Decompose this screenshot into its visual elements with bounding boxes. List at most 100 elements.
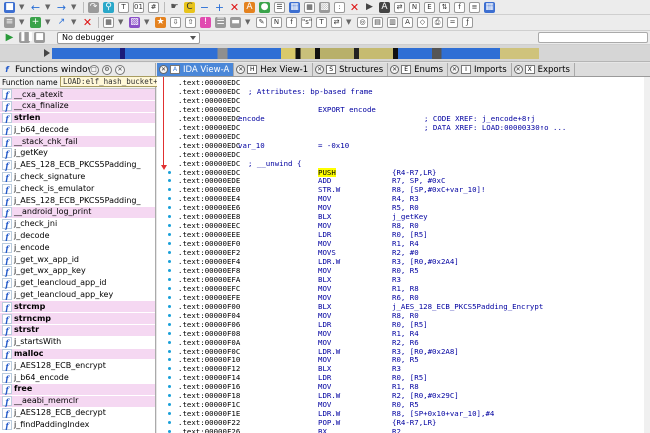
signatures-icon[interactable]: ☰ bbox=[215, 17, 226, 28]
disassembly-line[interactable]: .text:00000EFC MOV R1, R8 bbox=[178, 284, 648, 293]
breakpoint-dot-icon[interactable] bbox=[168, 412, 171, 416]
close-icon[interactable]: ✕ bbox=[115, 65, 125, 75]
disassembly-line[interactable]: .text:00000EFE MOV R6, R0 bbox=[178, 293, 648, 302]
view-icon[interactable]: ▦ bbox=[484, 1, 495, 13]
breakpoint-dot-icon[interactable] bbox=[168, 197, 171, 201]
calc-icon[interactable]: = bbox=[447, 17, 458, 28]
disassembly-line[interactable]: .text:00000EDE ADD R7, SP, #0xC bbox=[178, 176, 648, 185]
debugger-select[interactable]: No debugger bbox=[57, 31, 200, 44]
breakpoint-dot-icon[interactable] bbox=[168, 367, 171, 371]
disassembly-line[interactable]: .text:00000EDC bbox=[178, 78, 648, 87]
data-icon[interactable]: ▦ bbox=[304, 1, 315, 13]
exports-icon[interactable]: ⇧ bbox=[185, 17, 196, 28]
dropdown-arrow-icon[interactable]: ▼ bbox=[19, 17, 24, 28]
dropdown-arrow-icon[interactable]: ▼ bbox=[245, 17, 250, 28]
function-list-item[interactable]: f strlen bbox=[0, 112, 155, 125]
function-list-item[interactable]: f strcmp bbox=[0, 301, 155, 314]
jump-icon[interactable]: ↷ bbox=[88, 1, 99, 13]
breakpoint-dot-icon[interactable] bbox=[168, 358, 171, 362]
breakpoint-dot-icon[interactable] bbox=[168, 260, 171, 263]
disassembly-line[interactable]: .text:00000EDC ; Attributes: bp-based fra… bbox=[178, 87, 648, 96]
function-list-item[interactable]: f j_get_wx_app_key bbox=[0, 265, 155, 278]
disassembly-view[interactable]: .text:00000EDC .text:00000EDC; Attributes… bbox=[157, 77, 650, 433]
add-icon[interactable]: + bbox=[30, 17, 41, 28]
offset-icon[interactable]: ▩ bbox=[319, 1, 330, 13]
patch-icon[interactable]: ★ bbox=[155, 17, 166, 28]
breakpoint-dot-icon[interactable] bbox=[168, 304, 171, 308]
disassembly-line[interactable]: .text:00000EE4 MOV R4, R3 bbox=[178, 194, 648, 203]
local-types-icon[interactable]: T bbox=[316, 17, 327, 28]
breakpoint-dot-icon[interactable] bbox=[168, 376, 171, 380]
imports-icon[interactable]: ⇩ bbox=[170, 17, 181, 28]
forward-icon[interactable]: → bbox=[56, 2, 67, 13]
immediate-search-icon[interactable]: # bbox=[148, 1, 159, 13]
graph-icon[interactable]: f bbox=[454, 1, 465, 13]
rename-icon[interactable]: + bbox=[214, 2, 225, 13]
breakpoint-dot-icon[interactable] bbox=[168, 394, 171, 398]
delete-icon[interactable]: ✕ bbox=[82, 17, 93, 28]
dropdown-arrow-icon[interactable]: ▼ bbox=[45, 2, 50, 13]
disassembly-line[interactable]: .text:00000F26 BX R2 bbox=[178, 427, 648, 433]
functions-list-icon[interactable]: f bbox=[286, 17, 297, 28]
disassembly-line[interactable]: .text:00000EDC EXPORT encode bbox=[178, 105, 648, 114]
breakpoint-dot-icon[interactable] bbox=[168, 188, 171, 192]
print-icon[interactable]: ⎙ bbox=[432, 17, 443, 28]
tab-close-icon[interactable]: ✕ bbox=[450, 65, 459, 74]
function-list-item[interactable]: f j_b64_encode bbox=[0, 372, 155, 384]
tab-enums[interactable]: ✕ E Enums bbox=[388, 63, 448, 76]
function-list-item[interactable]: f strncmp bbox=[0, 313, 155, 325]
tab-close-icon[interactable]: ✕ bbox=[236, 65, 246, 74]
tab-close-icon[interactable]: ✕ bbox=[159, 65, 168, 74]
function-list-item[interactable]: f j_check_signature bbox=[0, 171, 155, 184]
tab-structures[interactable]: ✕ S Structures bbox=[313, 63, 389, 76]
function-list-item[interactable]: f free bbox=[0, 383, 155, 396]
stop-icon[interactable]: ■ bbox=[34, 32, 45, 43]
disassembly-line[interactable]: .text:00000F1C MOV R0, R5 bbox=[178, 400, 648, 409]
search-next-icon[interactable]: ☛ bbox=[169, 2, 180, 13]
function-list-item[interactable]: f j_AES128_ECB_encrypt bbox=[0, 360, 155, 373]
play-icon[interactable]: ▶ bbox=[4, 32, 15, 43]
graph-view-icon[interactable]: ◇ bbox=[417, 17, 428, 28]
enum-icon[interactable]: E bbox=[424, 1, 435, 13]
array-icon[interactable]: ▦ bbox=[289, 1, 300, 13]
function-call-icon[interactable]: ƒ bbox=[462, 17, 473, 28]
breakpoint-dot-icon[interactable] bbox=[168, 215, 171, 219]
disassembly-line[interactable]: .text:00000EE8 BLX j_getKey bbox=[178, 212, 648, 221]
function-list-item[interactable]: f j_b64_decode bbox=[0, 124, 155, 137]
strings-icon[interactable]: "s" bbox=[301, 17, 312, 28]
pause-icon[interactable]: ❚❚ bbox=[19, 32, 34, 43]
type-libs-icon[interactable]: ▬ bbox=[230, 17, 241, 28]
function-list-item[interactable]: f j_findPaddingIndex bbox=[0, 419, 155, 432]
breakpoint-dot-icon[interactable] bbox=[168, 242, 171, 246]
function-list-item[interactable]: f j_startsWith bbox=[0, 336, 155, 349]
disassembly-line[interactable]: .text:00000EF8 MOV R0, R5 bbox=[178, 266, 648, 275]
function-list-item[interactable]: f j_get_leancloud_app_key bbox=[0, 289, 155, 302]
function-list-item[interactable]: f strstr bbox=[0, 324, 155, 337]
arrow-icon[interactable]: ↗ bbox=[56, 17, 67, 28]
disassembly-line[interactable]: .text:00000F1E LDR.W R8, [SP+0x10+var_10],… bbox=[178, 409, 648, 418]
segment-icon[interactable]: A bbox=[379, 1, 390, 13]
breakpoint-dot-icon[interactable] bbox=[168, 268, 171, 272]
tab-close-icon[interactable]: ✕ bbox=[513, 65, 523, 74]
disassembly-line[interactable]: .text:00000F14 LDR R0, [R5] bbox=[178, 373, 648, 382]
function-list-item[interactable]: f malloc bbox=[0, 348, 155, 361]
dropdown-arrow-icon[interactable]: ▼ bbox=[71, 2, 76, 13]
navigation-band[interactable] bbox=[0, 45, 650, 62]
tab-hex-view-1[interactable]: ✕ H Hex View-1 bbox=[234, 63, 314, 76]
cross-ref-icon[interactable]: ⇄ bbox=[331, 17, 342, 28]
names-icon[interactable]: N bbox=[271, 17, 282, 28]
disassembly-line[interactable]: .text:00000EDC bbox=[178, 96, 648, 105]
tab-close-icon[interactable]: ✕ bbox=[390, 65, 400, 74]
dropdown-arrow-icon[interactable]: ▼ bbox=[19, 2, 24, 13]
disassembly-line[interactable]: .text:00000F0C LDR.W R3, [R0,#0x2A8] bbox=[178, 347, 648, 356]
function-list-item[interactable]: f j_getKey bbox=[0, 147, 155, 160]
search-icon[interactable]: ⚲ bbox=[103, 1, 114, 13]
tab-imports[interactable]: ✕ I Imports bbox=[448, 63, 512, 76]
disassembly-line[interactable]: .text:00000EEC MOV R8, R0 bbox=[178, 221, 648, 230]
disassembly-line[interactable]: .text:00000F10 MOV R0, R5 bbox=[178, 355, 648, 364]
disassembly-line[interactable]: .text:00000EF4 LDR.W R3, [R0,#0x2A4] bbox=[178, 257, 648, 266]
disassembly-line[interactable]: .text:00000F0A MOV R2, R6 bbox=[178, 338, 648, 347]
function-icon[interactable]: ● bbox=[259, 1, 270, 13]
breakpoint-dot-icon[interactable] bbox=[168, 313, 171, 317]
breakpoint-dot-icon[interactable] bbox=[168, 170, 171, 174]
